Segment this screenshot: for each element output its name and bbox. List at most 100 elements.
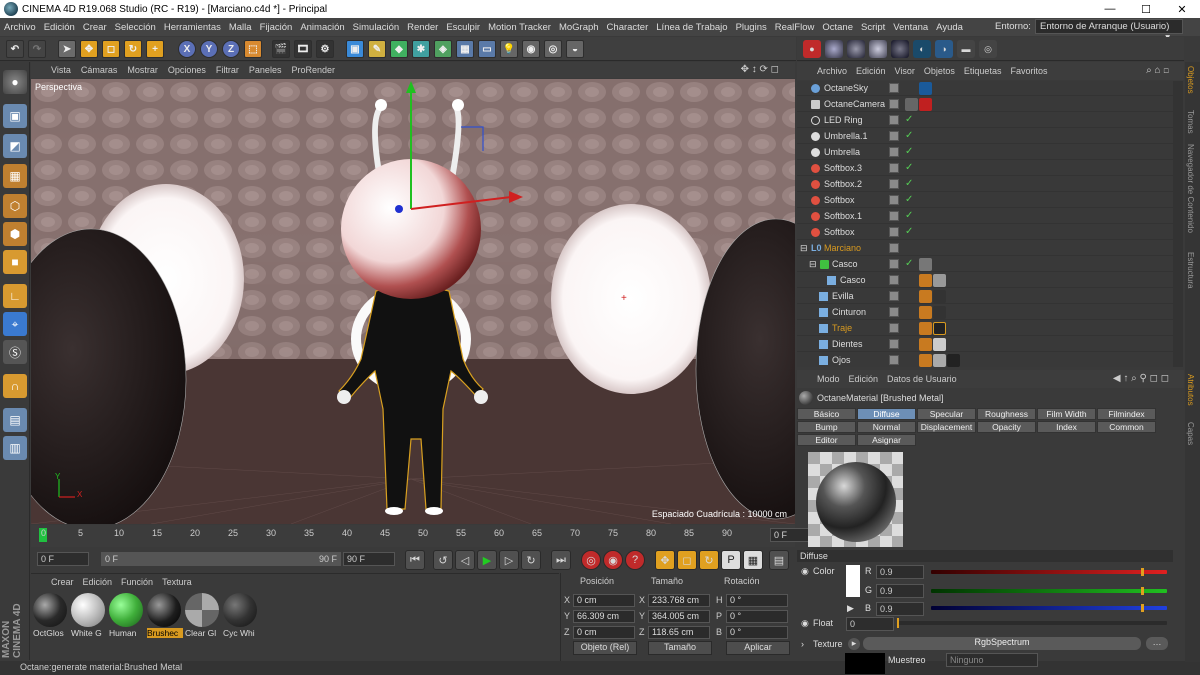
g-slider[interactable] — [931, 589, 1167, 593]
key-parameter-icon[interactable]: P — [721, 550, 741, 570]
close-icon[interactable]: ✕ — [1164, 0, 1200, 18]
tab-film-width[interactable]: Film Width — [1037, 408, 1096, 420]
list-item[interactable]: Softbox.2 ✓ — [797, 177, 1173, 192]
octane-area-light-icon[interactable]: ◎ — [979, 40, 997, 58]
octane-sphere-icon[interactable] — [825, 40, 843, 58]
tab-opacity[interactable]: Opacity — [977, 421, 1036, 433]
color-swatch[interactable] — [846, 565, 860, 597]
side-tab-objetos[interactable]: Objetos — [1186, 66, 1195, 94]
check-icon[interactable]: ✓ — [905, 178, 913, 189]
points-mode-icon[interactable]: ⬡ — [3, 194, 27, 218]
menu-simulacion[interactable]: Simulación — [353, 22, 399, 33]
tab-index[interactable]: Index — [1037, 421, 1096, 433]
vp-menu-vista[interactable]: Vista — [51, 65, 71, 75]
visibility-toggle[interactable] — [889, 339, 899, 349]
material-tag-icon[interactable] — [933, 274, 946, 287]
visibility-toggle[interactable] — [889, 355, 899, 365]
menu-realflow[interactable]: RealFlow — [775, 22, 815, 33]
go-to-start-icon[interactable]: ⏮ — [405, 550, 425, 570]
keyframe-selection-icon[interactable]: ? — [625, 550, 645, 570]
size-y-field[interactable]: 364.005 cm — [648, 610, 710, 623]
pos-z-field[interactable]: 0 cm — [573, 626, 635, 639]
list-item[interactable]: Umbrella.1 ✓ — [797, 129, 1173, 144]
check-icon[interactable]: ✓ — [905, 258, 913, 269]
material-tag-icon[interactable] — [933, 290, 946, 303]
menu-fijacion[interactable]: Fijación — [260, 22, 293, 33]
render-picture-viewer-icon[interactable]: 🎞 — [294, 40, 312, 58]
key-scale-icon[interactable]: ◻ — [677, 550, 697, 570]
menu-malla[interactable]: Malla — [229, 22, 252, 33]
list-item[interactable]: ⊟ L0 Marciano — [797, 241, 1173, 256]
array-icon[interactable]: ✱ — [412, 40, 430, 58]
visibility-toggle[interactable] — [889, 163, 899, 173]
menu-octane[interactable]: Octane — [822, 22, 853, 33]
render-view-icon[interactable]: 🎬 — [272, 40, 290, 58]
visibility-toggle[interactable] — [889, 83, 899, 93]
select-arrow-icon[interactable]: ➤ — [58, 40, 76, 58]
rot-h-field[interactable]: 0 ° — [726, 594, 788, 607]
visibility-toggle[interactable] — [889, 323, 899, 333]
g-field[interactable]: 0.9 — [876, 584, 924, 598]
next-frame-icon[interactable]: ▷ — [499, 550, 519, 570]
side-tab-estructura[interactable]: Estructura — [1186, 252, 1195, 288]
material-item[interactable]: OctGlos — [33, 593, 67, 639]
side-tab-tomas[interactable]: Tomas — [1186, 110, 1195, 134]
tag-icon[interactable] — [919, 354, 932, 367]
octane-render-icon[interactable]: ● — [803, 40, 821, 58]
check-icon[interactable]: ✓ — [905, 130, 913, 141]
vp-menu-paneles[interactable]: Paneles — [249, 65, 282, 75]
list-item[interactable]: LED Ring ✓ — [797, 113, 1173, 128]
rot-b-field[interactable]: 0 ° — [726, 626, 788, 639]
attr-menu-edicion[interactable]: Edición — [849, 374, 879, 384]
color-radio[interactable]: ◉ — [801, 566, 809, 577]
material-tag-icon[interactable] — [933, 306, 946, 319]
scale-tool-icon[interactable]: ◻ — [102, 40, 120, 58]
timeline-options-icon[interactable]: ▤ — [769, 550, 789, 570]
floor-icon[interactable]: ▦ — [456, 40, 474, 58]
obj-menu-archivo[interactable]: Archivo — [817, 66, 847, 76]
move-tool-icon[interactable]: ✥ — [80, 40, 98, 58]
coordinate-system-icon[interactable]: ⬚ — [244, 40, 262, 58]
octane-material-icon[interactable]: ◒ — [566, 40, 584, 58]
key-pla-icon[interactable]: ▦ — [743, 550, 763, 570]
menu-crear[interactable]: Crear — [83, 22, 107, 33]
workplane-mode-icon[interactable]: ▦ — [3, 164, 27, 188]
next-key-icon[interactable]: ↻ — [521, 550, 541, 570]
model-mode-icon[interactable]: ▣ — [3, 104, 27, 128]
menu-ayuda[interactable]: Ayuda — [936, 22, 963, 33]
record-icon[interactable]: ◎ — [581, 550, 601, 570]
texture-mode-icon[interactable]: ◩ — [3, 134, 27, 158]
menu-animacion[interactable]: Animación — [300, 22, 344, 33]
play-icon[interactable]: ▶ — [847, 603, 854, 614]
visibility-toggle[interactable] — [889, 275, 899, 285]
octane-sphere3-icon[interactable] — [869, 40, 887, 58]
menu-character[interactable]: Character — [607, 22, 649, 33]
r-slider-handle[interactable] — [1141, 568, 1144, 576]
tweak-mode-icon[interactable]: ⌖ — [3, 312, 27, 336]
list-item[interactable]: Evilla — [797, 289, 1173, 304]
tag-icon[interactable] — [919, 306, 932, 319]
tab-editor[interactable]: Editor — [797, 434, 856, 446]
menu-script[interactable]: Script — [861, 22, 885, 33]
menu-esculpir[interactable]: Esculpir — [446, 22, 480, 33]
octane-env-icon[interactable]: ◑ — [935, 40, 953, 58]
pos-x-field[interactable]: 0 cm — [573, 594, 635, 607]
mat-menu-funcion[interactable]: Función — [121, 577, 153, 587]
tag-icon[interactable] — [919, 82, 932, 95]
b-slider-handle[interactable] — [1141, 604, 1144, 612]
axis-mode-icon[interactable]: ∟ — [3, 284, 27, 308]
menu-herramientas[interactable]: Herramientas — [164, 22, 221, 33]
side-tab-atributos[interactable]: Atributos — [1186, 374, 1195, 406]
axis-z-button[interactable]: Z — [222, 40, 240, 58]
snap-icon[interactable]: Ⓢ — [3, 340, 27, 364]
go-to-end-icon[interactable]: ⏭ — [551, 550, 571, 570]
mat-menu-textura[interactable]: Textura — [162, 577, 192, 587]
size-mode-select[interactable]: Tamaño — [648, 641, 712, 655]
cube-primitive-icon[interactable]: ▣ — [346, 40, 364, 58]
octane-hdri-icon[interactable]: ◐ — [913, 40, 931, 58]
r-field[interactable]: 0.9 — [876, 565, 924, 579]
previous-frame-icon[interactable]: ◁ — [455, 550, 475, 570]
list-item[interactable]: Softbox.3 ✓ — [797, 161, 1173, 176]
tag-icon[interactable] — [905, 98, 918, 111]
r-slider[interactable] — [931, 570, 1167, 574]
